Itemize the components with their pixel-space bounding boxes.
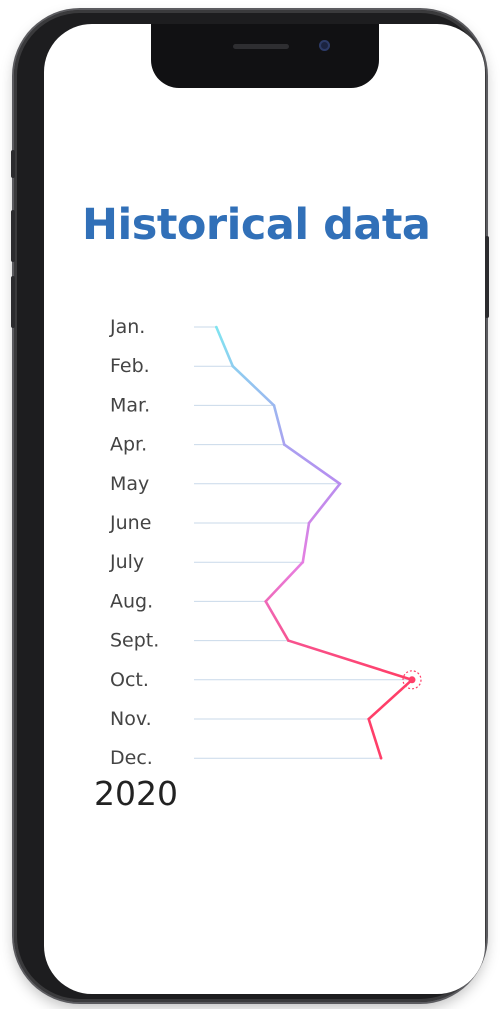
data-point-5 — [307, 521, 311, 525]
data-point-1 — [231, 364, 235, 368]
data-point-10 — [367, 717, 371, 721]
volume-down-button — [11, 276, 15, 328]
data-point-8 — [287, 639, 290, 642]
data-point-6 — [301, 560, 305, 564]
month-label: May — [110, 473, 149, 495]
data-point-4 — [338, 482, 342, 486]
month-label: Dec. — [110, 747, 153, 769]
data-point-3 — [282, 443, 286, 446]
month-label: Apr. — [110, 434, 147, 456]
month-label: Jan. — [109, 316, 145, 338]
month-label: Aug. — [110, 590, 153, 612]
month-label: Nov. — [110, 708, 152, 730]
month-label: June — [109, 512, 151, 534]
data-point-0 — [215, 325, 218, 329]
side-button — [11, 150, 15, 178]
historical-line-chart: Jan. Feb. Mar. Apr. May June July Aug. Sept. Oct.… — [109, 316, 422, 769]
highlight-point[interactable] — [408, 676, 416, 684]
month-label: Feb. — [110, 355, 150, 377]
phone-screen: Historical data Jan. Feb. Mar. Apr. May June J… — [44, 24, 485, 994]
phone-frame: Historical data Jan. Feb. Mar. Apr. May June J… — [11, 10, 489, 1002]
month-label: Sept. — [110, 630, 159, 652]
data-point-11 — [379, 756, 383, 760]
series-line — [215, 326, 415, 759]
month-label: July — [109, 551, 144, 573]
power-button — [485, 236, 489, 318]
data-point-2 — [272, 404, 276, 407]
month-label: Oct. — [110, 669, 149, 691]
data-point-7 — [264, 600, 268, 603]
volume-up-button — [11, 210, 15, 262]
year-label: 2020 — [94, 774, 178, 813]
month-label: Mar. — [110, 394, 150, 416]
